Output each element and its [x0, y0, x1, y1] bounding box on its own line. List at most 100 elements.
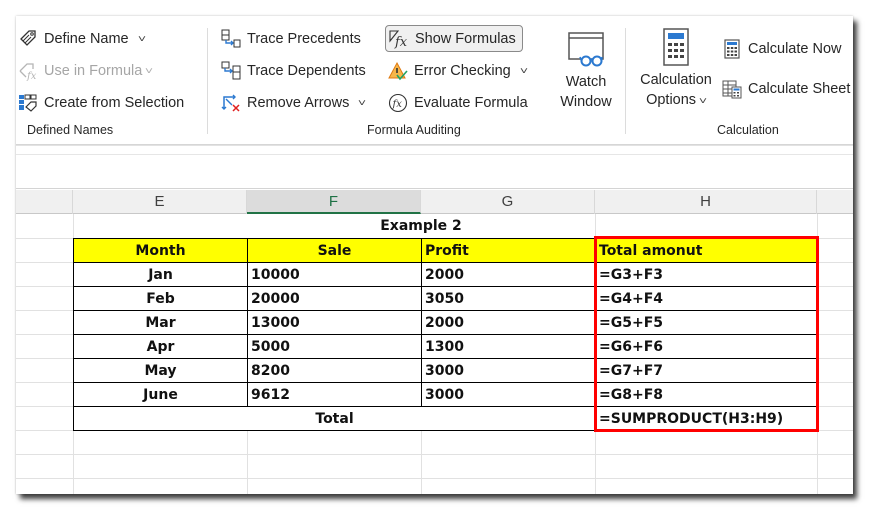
- cell-sale[interactable]: 8200: [247, 358, 422, 383]
- remove-arrows-icon: [221, 93, 241, 113]
- calculate-now-label: Calculate Now: [748, 41, 842, 57]
- formula-bar-area: [16, 145, 853, 189]
- cell-month[interactable]: Feb: [73, 286, 248, 311]
- trace-dependents-icon: [221, 61, 241, 81]
- cell-sale[interactable]: 20000: [247, 286, 422, 311]
- cell-month[interactable]: Mar: [73, 310, 248, 335]
- svg-text:fx: fx: [392, 99, 403, 110]
- calculator-icon: [656, 28, 696, 68]
- trace-dependents-label: Trace Dependents: [247, 63, 366, 79]
- calculation-options-button[interactable]: Calculation Options ˅: [636, 28, 716, 112]
- cell-profit[interactable]: 3050: [421, 286, 596, 311]
- remove-arrows-button[interactable]: Remove Arrows ˅: [221, 90, 366, 116]
- column-header-f[interactable]: F: [247, 190, 421, 214]
- trace-dependents-button[interactable]: Trace Dependents: [221, 58, 366, 84]
- show-formulas-icon: fx: [389, 29, 409, 49]
- calculate-sheet-label: Calculate Sheet: [748, 81, 851, 97]
- total-formula[interactable]: =SUMPRODUCT(H3:H9): [595, 406, 818, 431]
- chevron-down-icon[interactable]: ˅: [137, 34, 145, 45]
- watch-window-label-line1: Watch: [565, 74, 607, 90]
- tag-icon: [18, 29, 38, 49]
- gridline: [16, 478, 853, 479]
- calculation-options-label-line1: Calculation: [640, 72, 712, 88]
- cell-total-formula[interactable]: =G7+F7: [595, 358, 818, 383]
- calculation-options-text: Options: [646, 92, 697, 108]
- define-name-label: Define Name: [44, 31, 129, 47]
- header-month[interactable]: Month: [73, 238, 248, 263]
- svg-text:fx: fx: [26, 71, 37, 81]
- cell-total-formula[interactable]: =G5+F5: [595, 310, 818, 335]
- group-separator: [625, 28, 626, 134]
- ribbon-formulas-tab: Define Name ˅ fx Use in Formula ˅ Create…: [16, 16, 853, 145]
- cell-total-formula[interactable]: =G8+F8: [595, 382, 818, 407]
- chevron-down-icon[interactable]: ˅: [520, 66, 528, 77]
- show-formulas-button[interactable]: fx Show Formulas: [385, 25, 523, 52]
- evaluate-formula-label: Evaluate Formula: [414, 95, 528, 111]
- cell-month[interactable]: Jan: [73, 262, 248, 287]
- calculate-sheet-icon: [722, 79, 742, 99]
- tag-fx-icon: fx: [18, 61, 38, 81]
- trace-precedents-button[interactable]: Trace Precedents: [221, 26, 361, 52]
- cell-total-formula[interactable]: =G6+F6: [595, 334, 818, 359]
- defined-names-group-label: Defined Names: [27, 123, 114, 137]
- excel-window: Define Name ˅ fx Use in Formula ˅ Create…: [16, 16, 853, 494]
- worksheet-grid[interactable]: E F G H Example 2 Month Sale Profit Tota…: [16, 190, 853, 494]
- trace-precedents-label: Trace Precedents: [247, 31, 361, 47]
- cell-profit[interactable]: 3000: [421, 358, 596, 383]
- cell-total-formula[interactable]: =G4+F4: [595, 286, 818, 311]
- column-header-i[interactable]: [817, 190, 853, 214]
- group-separator: [207, 28, 208, 134]
- use-in-formula-label: Use in Formula: [44, 63, 143, 79]
- column-header-g[interactable]: G: [421, 190, 595, 214]
- error-checking-icon: [388, 61, 408, 81]
- table-tag-icon: [18, 93, 38, 113]
- cell-month[interactable]: Apr: [73, 334, 248, 359]
- chevron-down-icon[interactable]: ˅: [358, 98, 366, 109]
- trace-precedents-icon: [221, 29, 241, 49]
- column-headers: E F G H: [16, 190, 853, 214]
- error-checking-button[interactable]: Error Checking ˅: [388, 58, 528, 84]
- watch-window-button[interactable]: Watch Window: [554, 30, 618, 112]
- chevron-down-icon: ˅: [698, 96, 708, 107]
- header-sale[interactable]: Sale: [247, 238, 422, 263]
- use-in-formula-button[interactable]: fx Use in Formula ˅: [18, 58, 153, 84]
- calculation-group-label: Calculation: [717, 123, 779, 137]
- define-name-button[interactable]: Define Name ˅: [18, 26, 146, 52]
- chevron-down-icon[interactable]: ˅: [145, 66, 153, 77]
- calculation-options-label-line2: Options ˅: [646, 90, 708, 112]
- table-title[interactable]: Example 2: [247, 214, 595, 238]
- cell-sale[interactable]: 5000: [247, 334, 422, 359]
- header-profit[interactable]: Profit: [421, 238, 596, 263]
- watch-window-icon: [566, 30, 606, 70]
- cell-month[interactable]: May: [73, 358, 248, 383]
- cell-profit[interactable]: 3000: [421, 382, 596, 407]
- column-header-h[interactable]: H: [595, 190, 817, 214]
- cell-sale[interactable]: 13000: [247, 310, 422, 335]
- cell-sale[interactable]: 9612: [247, 382, 422, 407]
- cell-sale[interactable]: 10000: [247, 262, 422, 287]
- show-formulas-label: Show Formulas: [415, 30, 516, 47]
- column-header-e[interactable]: E: [73, 190, 247, 214]
- create-from-selection-label: Create from Selection: [44, 95, 185, 111]
- total-label[interactable]: Total: [73, 406, 596, 431]
- svg-text:fx: fx: [394, 35, 408, 49]
- calculate-sheet-button[interactable]: Calculate Sheet: [722, 76, 850, 102]
- cell-profit[interactable]: 2000: [421, 262, 596, 287]
- cell-month[interactable]: June: [73, 382, 248, 407]
- cell-profit[interactable]: 2000: [421, 310, 596, 335]
- select-all-corner[interactable]: [16, 190, 73, 214]
- remove-arrows-label: Remove Arrows: [247, 95, 350, 111]
- calculator-small-icon: [722, 39, 742, 59]
- cell-total-formula[interactable]: =G3+F3: [595, 262, 818, 287]
- watch-window-label-line2: Window: [560, 94, 612, 110]
- header-total-amount[interactable]: Total amonut: [595, 238, 818, 263]
- evaluate-formula-button[interactable]: fx Evaluate Formula: [388, 90, 528, 116]
- formula-auditing-group-label: Formula Auditing: [367, 123, 461, 137]
- calculate-now-button[interactable]: Calculate Now: [722, 36, 842, 62]
- error-checking-label: Error Checking: [414, 63, 511, 79]
- evaluate-formula-icon: fx: [388, 93, 408, 113]
- divider: [16, 154, 853, 155]
- cell-profit[interactable]: 1300: [421, 334, 596, 359]
- gridline: [16, 454, 853, 455]
- create-from-selection-button[interactable]: Create from Selection: [18, 90, 184, 116]
